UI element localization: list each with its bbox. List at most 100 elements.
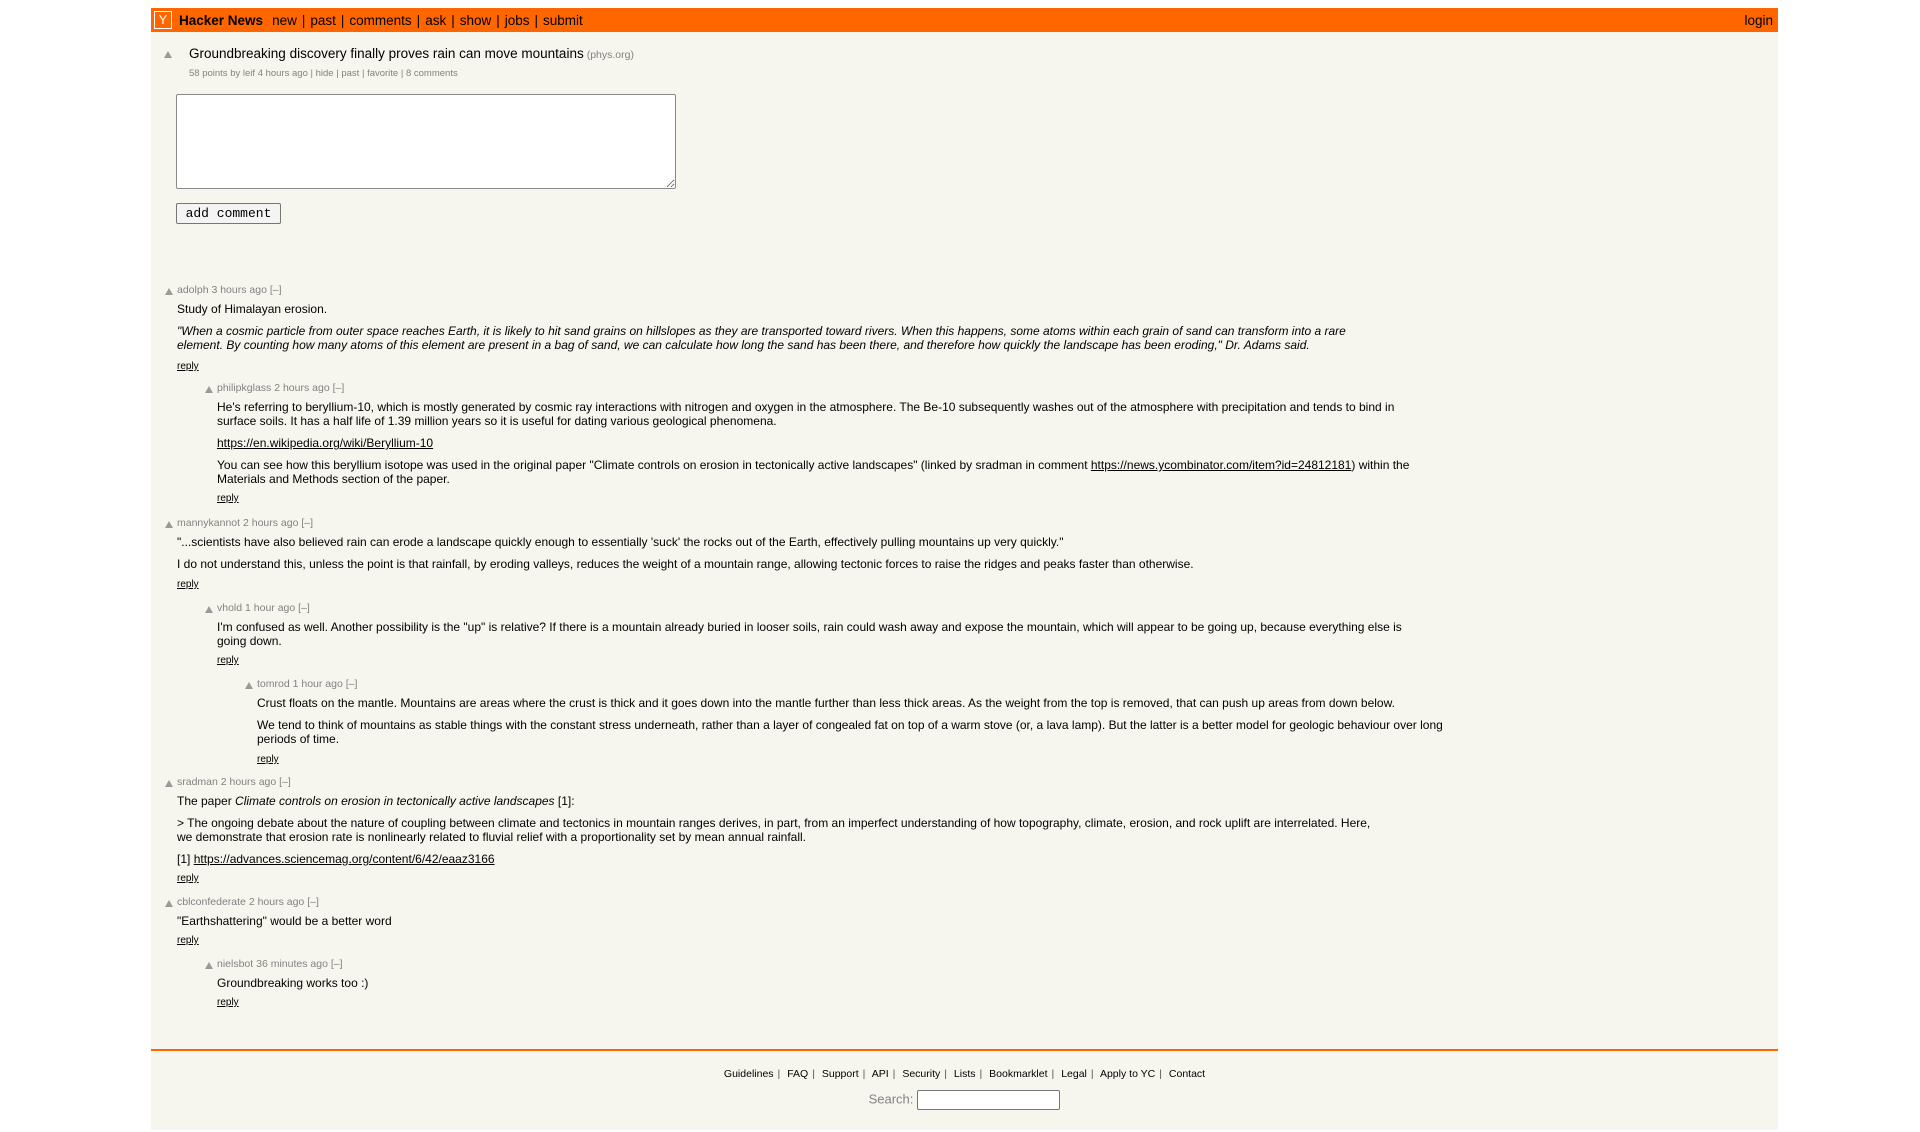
- comment-user-link[interactable]: tomrod: [257, 678, 290, 690]
- nav-show[interactable]: show: [460, 13, 492, 28]
- reply-link[interactable]: reply: [217, 655, 239, 666]
- comment-textarea[interactable]: [176, 94, 676, 189]
- footer-divider: [151, 1049, 1778, 1051]
- nav-comments[interactable]: comments: [349, 13, 411, 28]
- upvote-arrow-icon[interactable]: [205, 386, 213, 393]
- comment-paragraph: [1] https://advances.sciencemag.org/cont…: [177, 852, 1377, 866]
- collapse-toggle[interactable]: [–]: [333, 382, 345, 394]
- story-title-line: Groundbreaking discovery finally proves …: [189, 46, 634, 61]
- collapse-toggle[interactable]: [–]: [307, 896, 319, 908]
- comment-text: He's referring to beryllium-10, which is…: [217, 400, 1417, 486]
- comment-header: philipkglass 2 hours ago [–]: [217, 382, 344, 394]
- nav-separator: |: [451, 12, 455, 28]
- footer-legal[interactable]: Legal: [1061, 1068, 1087, 1080]
- add-comment-button[interactable]: add comment: [176, 203, 281, 224]
- hide-link[interactable]: hide: [316, 68, 334, 79]
- comment-user-link[interactable]: vhold: [217, 602, 242, 614]
- comment-age-link[interactable]: 36 minutes ago: [256, 958, 328, 970]
- comment-user-link[interactable]: adolph: [177, 284, 209, 296]
- comment-age-link[interactable]: 3 hours ago: [211, 284, 266, 296]
- comment-paragraph: Crust floats on the mantle. Mountains ar…: [257, 696, 1395, 710]
- favorite-link[interactable]: favorite: [367, 68, 398, 79]
- wikipedia-link[interactable]: https://en.wikipedia.org/wiki/Beryllium-…: [217, 436, 433, 450]
- y-logo-icon[interactable]: Y: [154, 11, 172, 29]
- reply-link[interactable]: reply: [177, 361, 199, 372]
- collapse-toggle[interactable]: [–]: [298, 602, 310, 614]
- collapse-toggle[interactable]: [–]: [270, 284, 282, 296]
- upvote-arrow-icon[interactable]: [165, 780, 173, 787]
- comment-header: cblconfederate 2 hours ago [–]: [177, 896, 319, 908]
- comment-age-link[interactable]: 1 hour ago: [293, 678, 343, 690]
- hn-item-link[interactable]: https://news.ycombinator.com/item?id=248…: [1091, 458, 1351, 472]
- collapse-toggle[interactable]: [–]: [331, 958, 343, 970]
- nav-submit[interactable]: submit: [543, 13, 583, 28]
- site-name-link[interactable]: Hacker News: [179, 13, 263, 28]
- comment-age-link[interactable]: 2 hours ago: [274, 382, 329, 394]
- comment-user-link[interactable]: sradman: [177, 776, 218, 788]
- collapse-toggle[interactable]: [–]: [279, 776, 291, 788]
- upvote-arrow-icon[interactable]: [165, 900, 173, 907]
- comment-header: nielsbot 36 minutes ago [–]: [217, 958, 343, 970]
- footer-separator: |: [1051, 1068, 1055, 1080]
- upvote-arrow-icon[interactable]: [205, 606, 213, 613]
- comments-count-link[interactable]: 8 comments: [406, 68, 458, 79]
- footer-guidelines[interactable]: Guidelines: [724, 1068, 774, 1080]
- reply-link[interactable]: reply: [217, 493, 239, 504]
- footer-lists[interactable]: Lists: [954, 1068, 976, 1080]
- collapse-toggle[interactable]: [–]: [301, 517, 313, 529]
- upvote-arrow-icon[interactable]: [164, 51, 172, 58]
- reply-link[interactable]: reply: [177, 579, 199, 590]
- search-input[interactable]: [917, 1090, 1061, 1110]
- footer-api[interactable]: API: [872, 1068, 889, 1080]
- comment-paragraph: > The ongoing debate about the nature of…: [177, 816, 1371, 844]
- nav-jobs[interactable]: jobs: [505, 13, 530, 28]
- upvote-arrow-icon[interactable]: [165, 288, 173, 295]
- story-title-link[interactable]: Groundbreaking discovery finally proves …: [189, 46, 584, 61]
- footer-support[interactable]: Support: [822, 1068, 859, 1080]
- upvote-arrow-icon[interactable]: [245, 682, 253, 689]
- comment-user-link[interactable]: cblconfederate: [177, 896, 246, 908]
- comment-text: Study of Himalayan erosion. "When a cosm…: [177, 302, 1377, 352]
- comment-age-link[interactable]: 2 hours ago: [221, 776, 276, 788]
- comment-age-link[interactable]: 2 hours ago: [249, 896, 304, 908]
- story-age-link[interactable]: 4 hours ago: [258, 68, 308, 79]
- comment-text: "...scientists have also believed rain c…: [177, 535, 1377, 571]
- nav-ask[interactable]: ask: [425, 13, 446, 28]
- story-site[interactable]: (phys.org): [587, 49, 634, 61]
- story-user-link[interactable]: leif: [243, 68, 255, 79]
- footer-bookmarklet[interactable]: Bookmarklet: [989, 1068, 1047, 1080]
- search-form: Search:: [151, 1090, 1778, 1110]
- comment-paragraph: We tend to think of mountains as stable …: [257, 718, 1443, 746]
- nav-separator: |: [496, 12, 500, 28]
- comment-header: adolph 3 hours ago [–]: [177, 284, 282, 296]
- story-points: 58 points: [189, 68, 228, 79]
- story-by: by: [230, 68, 241, 79]
- upvote-arrow-icon[interactable]: [165, 521, 173, 528]
- comment-paragraph: You can see how this beryllium isotope w…: [217, 458, 1417, 486]
- comment-age-link[interactable]: 2 hours ago: [243, 517, 298, 529]
- science-advances-link[interactable]: https://advances.sciencemag.org/content/…: [194, 852, 495, 866]
- footer-apply-to-yc[interactable]: Apply to YC: [1100, 1068, 1155, 1080]
- past-link[interactable]: past: [341, 68, 359, 79]
- login-link[interactable]: login: [1744, 13, 1773, 28]
- search-label: Search:: [868, 1091, 914, 1107]
- footer-contact[interactable]: Contact: [1169, 1068, 1205, 1080]
- collapse-toggle[interactable]: [–]: [346, 678, 358, 690]
- upvote-arrow-icon[interactable]: [205, 962, 213, 969]
- comment-paragraph: I'm confused as well. Another possibilit…: [217, 620, 1402, 648]
- footer-security[interactable]: Security: [902, 1068, 940, 1080]
- comment-paragraph: https://en.wikipedia.org/wiki/Beryllium-…: [217, 436, 1417, 450]
- comment-user-link[interactable]: nielsbot: [217, 958, 253, 970]
- footer-faq[interactable]: FAQ: [787, 1068, 808, 1080]
- reply-link[interactable]: reply: [177, 873, 199, 884]
- comment-user-link[interactable]: philipkglass: [217, 382, 271, 394]
- comment-user-link[interactable]: mannykannot: [177, 517, 240, 529]
- reply-link[interactable]: reply: [177, 935, 199, 946]
- reply-link[interactable]: reply: [217, 997, 239, 1008]
- nav-past[interactable]: past: [310, 13, 336, 28]
- comment-header: tomrod 1 hour ago [–]: [257, 678, 357, 690]
- reply-link[interactable]: reply: [257, 754, 279, 765]
- nav-new[interactable]: new: [272, 13, 297, 28]
- paper-title: Climate controls on erosion in tectonica…: [235, 794, 555, 808]
- comment-age-link[interactable]: 1 hour ago: [245, 602, 295, 614]
